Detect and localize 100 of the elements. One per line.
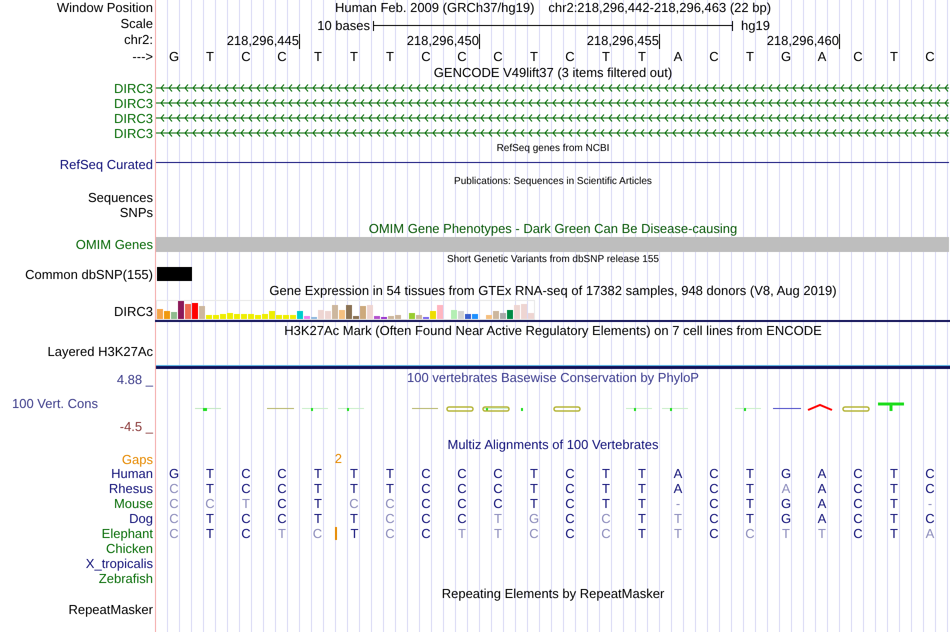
aligned-base: C: [708, 466, 720, 481]
aligned-base: A: [816, 481, 828, 496]
aligned-base: -: [674, 496, 682, 511]
aligned-base: T: [601, 466, 611, 481]
aligned-base: C: [204, 496, 216, 511]
track-title: Repeating Elements by RepeatMasker: [442, 587, 664, 601]
base-letter: T: [529, 49, 539, 65]
aligned-base: C: [708, 496, 720, 511]
aligned-base: T: [673, 526, 683, 541]
aligned-base: A: [672, 466, 684, 481]
aligned-base: C: [492, 496, 504, 511]
aligned-base: T: [205, 466, 215, 481]
aligned-base: C: [168, 511, 180, 526]
aligned-base: T: [349, 511, 359, 526]
base-letter: T: [889, 49, 899, 65]
aligned-base: C: [384, 526, 396, 541]
base-letter: C: [708, 49, 720, 65]
track-title: GENCODE V49lift37 (3 items filtered out): [434, 66, 672, 80]
aligned-base: T: [205, 481, 215, 496]
aligned-base: T: [205, 511, 215, 526]
track-label: Mouse: [114, 496, 153, 511]
base-letter: A: [816, 49, 828, 65]
aligned-base: T: [889, 526, 899, 541]
aligned-base: T: [601, 496, 611, 511]
aligned-base: C: [708, 526, 720, 541]
aligned-base: C: [312, 526, 324, 541]
track-label: Elephant: [102, 526, 153, 541]
aligned-base: T: [817, 526, 827, 541]
aligned-base: C: [240, 466, 252, 481]
aligned-base: T: [637, 526, 647, 541]
assembly-name: Human Feb. 2009 (GRCh37/hg19): [334, 1, 534, 15]
aligned-base: C: [600, 526, 612, 541]
aligned-base: C: [528, 526, 540, 541]
aligned-base: C: [852, 481, 864, 496]
aligned-base: T: [493, 526, 503, 541]
track-label: Zebrafish: [98, 571, 153, 586]
base-letter: C: [852, 49, 864, 65]
aligned-base: C: [564, 466, 576, 481]
track-label: DIRC3: [114, 81, 153, 96]
aligned-base: T: [889, 511, 899, 526]
aligned-base: C: [456, 496, 468, 511]
aligned-base: C: [852, 496, 864, 511]
track-label: Common dbSNP(155): [25, 267, 153, 282]
aligned-base: G: [168, 466, 180, 481]
aligned-base: A: [816, 511, 828, 526]
aligned-base: T: [349, 466, 359, 481]
aligned-base: T: [529, 481, 539, 496]
aligned-base: C: [240, 481, 252, 496]
track-title: Multiz Alignments of 100 Vertebrates: [447, 438, 658, 452]
aligned-base: T: [313, 496, 323, 511]
base-letter: T: [313, 49, 323, 65]
aligned-base: C: [708, 511, 720, 526]
track-label: X_tropicalis: [86, 556, 153, 571]
ruler-tick-label: 218,296,445: [156, 34, 300, 49]
aligned-base: C: [564, 481, 576, 496]
aligned-base: T: [457, 526, 467, 541]
aligned-base: C: [276, 481, 288, 496]
aligned-base: T: [277, 526, 287, 541]
aligned-base: T: [385, 481, 395, 496]
aligned-base: C: [564, 496, 576, 511]
track-label: Sequences: [88, 190, 153, 205]
track-label: chr2:: [124, 32, 153, 47]
aligned-base: C: [276, 496, 288, 511]
track-title: RefSeq genes from NCBI: [496, 142, 610, 156]
aligned-base: C: [168, 481, 180, 496]
aligned-base: C: [924, 466, 936, 481]
base-letter: C: [456, 49, 468, 65]
base-letter: T: [745, 49, 755, 65]
aligned-base: C: [456, 466, 468, 481]
base-letter: C: [420, 49, 432, 65]
aligned-base: C: [276, 511, 288, 526]
aligned-base: T: [313, 466, 323, 481]
aligned-base: T: [889, 481, 899, 496]
track-label: RefSeq Curated: [60, 157, 153, 172]
track-label: DIRC3: [114, 126, 153, 141]
aligned-base: T: [601, 481, 611, 496]
aligned-base: C: [924, 511, 936, 526]
aligned-base: A: [672, 481, 684, 496]
aligned-base: T: [529, 466, 539, 481]
aligned-base: T: [637, 481, 647, 496]
aligned-base: G: [528, 511, 540, 526]
aligned-base: C: [348, 496, 360, 511]
aligned-base: C: [168, 496, 180, 511]
position-text: chr2:218,296,442-218,296,463 (22 bp): [548, 1, 772, 15]
track-label: --->: [132, 49, 153, 64]
track-label: RepeatMasker: [68, 602, 153, 617]
aligned-base: G: [780, 511, 792, 526]
track-label: Chicken: [106, 541, 153, 556]
track-label: Window Position: [56, 0, 153, 15]
ruler-tick-label: 218,296,460: [660, 34, 840, 49]
track-title: OMIM Gene Phenotypes - Dark Green Can Be Disease-causing: [368, 222, 738, 236]
aligned-base: C: [744, 526, 756, 541]
aligned-base: T: [673, 511, 683, 526]
track-label: Rhesus: [108, 481, 153, 496]
track-title: Short Genetic Variants from dbSNP release 155: [447, 252, 659, 266]
aligned-base: T: [241, 496, 251, 511]
aligned-base: T: [745, 511, 755, 526]
gap-count: 2: [334, 452, 342, 466]
aligned-base: C: [852, 511, 864, 526]
base-letter: T: [349, 49, 359, 65]
